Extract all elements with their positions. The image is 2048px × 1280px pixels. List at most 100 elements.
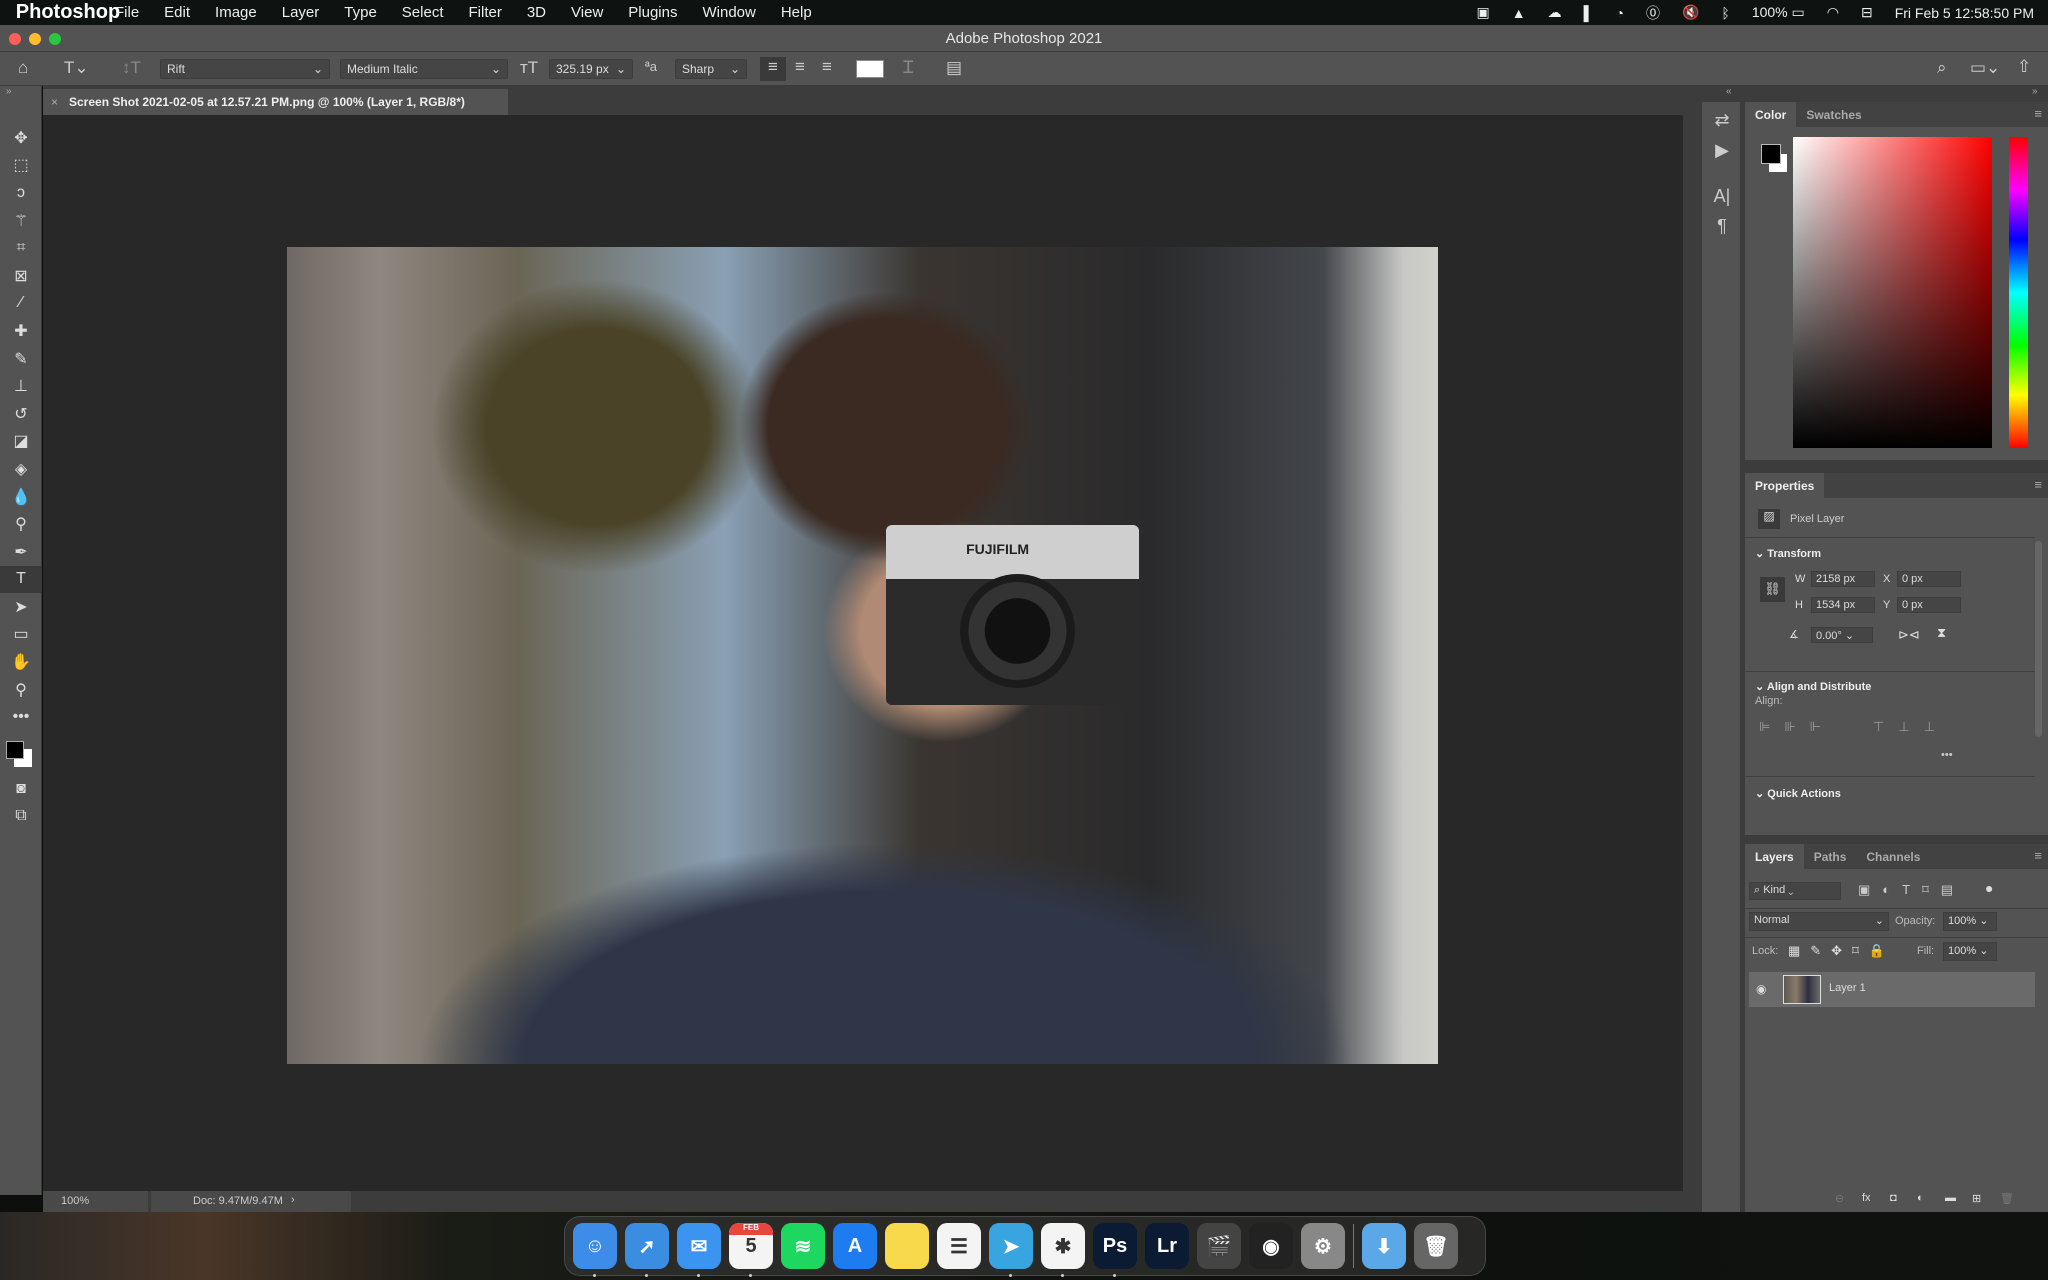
doc-size[interactable]: Doc: 9.47M/9.47M <box>151 1191 351 1212</box>
tool-healing-brush[interactable]: ✚ <box>0 317 42 345</box>
new-layer-icon[interactable]: ⊞ <box>1972 1192 1981 1205</box>
y-field[interactable]: 0 px <box>1897 597 1961 613</box>
chevron-right-icon[interactable]: › <box>291 1194 295 1206</box>
menu-layer[interactable]: Layer <box>282 4 320 21</box>
tool-eraser[interactable]: ◪ <box>0 428 42 456</box>
expand-panels-icon[interactable]: » <box>2032 86 2038 97</box>
password-manager-icon[interactable]: ⓪ <box>1646 3 1660 23</box>
menu-select[interactable]: Select <box>402 4 444 21</box>
zoom-level[interactable]: 100% <box>43 1191 148 1212</box>
properties-scrollbar[interactable] <box>2035 541 2042 737</box>
document-tab[interactable]: × Screen Shot 2021-02-05 at 12.57.21 PM.… <box>43 89 508 115</box>
history-icon[interactable]: ⇄ <box>1702 110 1742 131</box>
dock-app-reminders[interactable]: ☰ <box>937 1223 981 1269</box>
align-right-icon[interactable]: ≡ <box>815 57 839 77</box>
panel-menu-icon[interactable]: ≡ <box>2034 106 2042 121</box>
fill-field[interactable]: 100% ⌄ <box>1943 942 1997 961</box>
menu-type[interactable]: Type <box>344 4 377 21</box>
dock-app-notes[interactable] <box>885 1223 929 1269</box>
tool-rectangular-marquee[interactable]: ⬚ <box>0 152 42 180</box>
character-icon[interactable]: A| <box>1702 186 1742 207</box>
flip-horizontal-icon[interactable]: ⊳⊲ <box>1898 627 1920 643</box>
angle-field[interactable]: 0.00° ⌄ <box>1811 627 1873 643</box>
layer-filter-select[interactable]: ⌕ Kind ⌄ <box>1749 882 1841 900</box>
opacity-field[interactable]: 100% ⌄ <box>1943 912 1997 931</box>
align-left-icon[interactable]: ≡ <box>760 57 786 81</box>
window-manager-icon[interactable]: ▌ <box>1584 5 1594 21</box>
dock-app-safari[interactable]: ➚ <box>625 1223 669 1277</box>
menu-help[interactable]: Help <box>781 4 812 21</box>
menu-edit[interactable]: Edit <box>164 4 190 21</box>
panel-menu-icon[interactable]: ≡ <box>2034 477 2042 492</box>
mute-icon[interactable]: 🔇 <box>1682 4 1699 21</box>
screen-mode-icon[interactable]: ⧉ <box>0 803 42 831</box>
tab-swatches[interactable]: Swatches <box>1796 102 1871 127</box>
menu-plugins[interactable]: Plugins <box>628 4 677 21</box>
tab-channels[interactable]: Channels <box>1856 844 1930 869</box>
tool-brush[interactable]: ✎ <box>0 345 42 373</box>
character-panel-icon[interactable]: ▤ <box>946 58 962 78</box>
bluetooth-icon[interactable]: ᛒ <box>1721 5 1729 21</box>
dock-app-app-store[interactable]: A <box>833 1223 877 1269</box>
dock-app-finder[interactable]: ☺ <box>573 1223 617 1277</box>
new-group-icon[interactable]: ▬ <box>1945 1192 1956 1204</box>
blend-mode-select[interactable]: Normal ⌄ <box>1749 912 1889 931</box>
menu-window[interactable]: Window <box>702 4 755 21</box>
text-orientation-icon[interactable]: ↕T <box>122 58 141 78</box>
dock-app-lr[interactable]: Lr <box>1145 1223 1189 1269</box>
document-image[interactable]: FUJIFILM <box>287 247 1438 1064</box>
dock-app-downloads[interactable]: ⬇ <box>1362 1223 1406 1269</box>
tool-clone-stamp[interactable]: ⊥ <box>0 372 42 400</box>
dock-app-trash[interactable]: 🗑 <box>1414 1223 1458 1269</box>
flip-vertical-icon[interactable]: ⧗ <box>1937 625 1946 641</box>
link-layers-icon[interactable]: ⊖ <box>1835 1192 1844 1205</box>
align-buttons[interactable]: ⊫⊪⊩ <box>1759 719 1835 735</box>
foreground-color-swatch[interactable] <box>6 741 24 760</box>
align-section-toggle[interactable]: ⌄ Align and Distribute <box>1755 680 1871 693</box>
tool-zoom[interactable]: ⚲ <box>0 676 42 704</box>
color-field[interactable] <box>1793 137 1992 448</box>
tab-properties[interactable]: Properties <box>1745 473 1825 498</box>
antialias-select[interactable]: Sharp ⌄ <box>675 59 747 79</box>
wifi-icon[interactable]: ◠ <box>1827 4 1839 21</box>
add-mask-icon[interactable]: ◘ <box>1890 1192 1897 1204</box>
menu-view[interactable]: View <box>571 4 603 21</box>
tool-dodge[interactable]: ⚲ <box>0 510 42 538</box>
menu-image[interactable]: Image <box>215 4 257 21</box>
adjustment-layer-icon[interactable]: ◐ <box>1917 1192 1924 1204</box>
clock[interactable]: Fri Feb 5 12:58:50 PM <box>1895 5 2034 21</box>
font-size-select[interactable]: 325.19 px ⌄ <box>549 59 633 79</box>
speedometer-icon[interactable]: ◔ <box>1616 5 1624 21</box>
font-family-select[interactable]: Rift ⌄ <box>160 59 330 79</box>
dock-app-compressor[interactable]: ◉ <box>1249 1223 1293 1269</box>
collapse-toolbar-icon[interactable]: » <box>0 86 41 97</box>
filter-toggle-icon[interactable]: ● <box>1985 880 1993 896</box>
align-center-icon[interactable]: ≡ <box>788 57 812 77</box>
align-vertical-buttons[interactable]: ⊤⊥⊥ <box>1873 719 1949 735</box>
tool-type[interactable]: T <box>0 565 42 594</box>
x-field[interactable]: 0 px <box>1897 571 1961 587</box>
transform-section-toggle[interactable]: ⌄ Transform <box>1755 547 1821 560</box>
dock-app-telegram[interactable]: ➤ <box>989 1223 1033 1277</box>
foreground-color-chip[interactable] <box>1761 144 1781 164</box>
close-tab-icon[interactable]: × <box>51 95 58 109</box>
color-swatches[interactable] <box>0 731 41 775</box>
tool-crop[interactable]: ⌗ <box>0 234 42 262</box>
tool-magic-wand[interactable]: ⚚ <box>0 207 42 235</box>
home-icon[interactable]: ⌂ <box>18 58 28 78</box>
delete-layer-icon[interactable]: 🗑 <box>2000 1192 2014 1205</box>
tool-history-brush[interactable]: ↺ <box>0 400 42 428</box>
tool-pen[interactable]: ✒ <box>0 538 42 566</box>
menu-filter[interactable]: Filter <box>469 4 502 21</box>
tool-lasso[interactable]: ↄ <box>0 179 42 207</box>
dock-app-slack[interactable]: ✱ <box>1041 1223 1085 1277</box>
tool-move[interactable]: ✥ <box>0 124 42 152</box>
menu-3d[interactable]: 3D <box>527 4 546 21</box>
dock-app-mail[interactable]: ✉ <box>677 1223 721 1277</box>
width-field[interactable]: 2158 px <box>1811 571 1875 587</box>
layer-row[interactable]: ◉ Layer 1 <box>1749 972 2035 1007</box>
actions-play-icon[interactable]: ▶ <box>1702 140 1742 161</box>
share-icon[interactable]: ⇧ <box>2017 57 2031 77</box>
more-options-icon[interactable]: ••• <box>1941 749 1953 761</box>
quick-mask-icon[interactable]: ◙ <box>0 775 42 803</box>
